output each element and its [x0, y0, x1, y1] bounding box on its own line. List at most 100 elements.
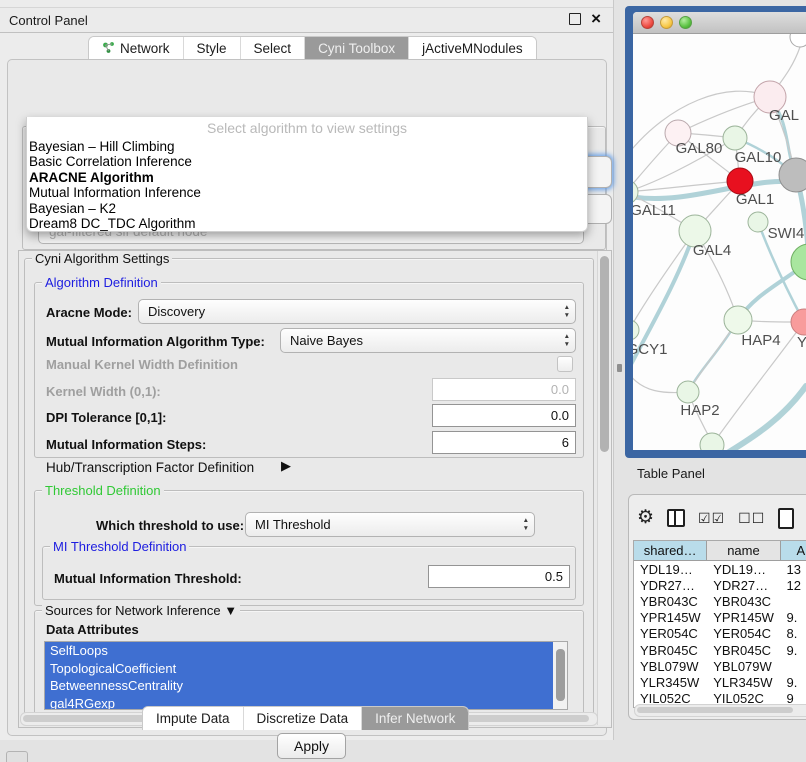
node-label-y: Y	[797, 334, 806, 351]
network-canvas[interactable]: GALGAL80GAL10GAL1GAL11GAL4SWI4GCY1HAP4YH…	[633, 34, 806, 450]
table-row[interactable]: YDL19…YDL19…13	[634, 561, 806, 577]
mi-steps-label: Mutual Information Steps:	[46, 437, 206, 452]
algorithm-dropdown-popup: Select algorithm to view settings Bayesi…	[26, 117, 588, 232]
tab-select[interactable]: Select	[241, 37, 306, 60]
splitter-handle[interactable]	[617, 364, 622, 372]
mi-steps-field[interactable]: 6	[432, 431, 576, 454]
node-gcy1[interactable]	[633, 320, 639, 340]
table-row[interactable]: YPR145WYPR145W9.	[634, 610, 806, 626]
close-traffic-light-icon[interactable]	[641, 16, 654, 29]
data-attribute-selfloops[interactable]: SelfLoops	[45, 642, 553, 660]
node-swi4[interactable]	[748, 212, 768, 232]
tab-style-label: Style	[197, 41, 227, 56]
column-header-name[interactable]: name	[707, 541, 780, 561]
settings-scrollbar-track[interactable]	[597, 251, 611, 725]
network-window-titlebar[interactable]	[633, 12, 806, 34]
table-cell: YBR045C	[634, 642, 707, 658]
tab-jactivemnodules[interactable]: jActiveMNodules	[409, 37, 536, 60]
list-scrollbar-track[interactable]	[553, 642, 567, 709]
table-hscrollbar-track[interactable]	[634, 704, 806, 717]
table-row[interactable]: YBR043CYBR043C	[634, 593, 806, 609]
table-cell: YBR043C	[634, 593, 707, 609]
table-hscrollbar-thumb[interactable]	[637, 707, 793, 713]
table-cell: YPR145W	[634, 610, 707, 626]
table-cell: YLR345W	[707, 674, 780, 690]
node-label-gal10: GAL10	[735, 149, 782, 166]
settings-scrollbar-thumb[interactable]	[600, 256, 609, 452]
control-panel-title: Control Panel	[9, 13, 88, 28]
zoom-traffic-light-icon[interactable]	[679, 16, 692, 29]
table-cell: YBL079W	[707, 658, 780, 674]
algorithm-option-dream8-dc-tdc-algorithm[interactable]: Dream8 DC_TDC Algorithm	[27, 216, 587, 231]
table-panel: ⚙ ☑☑ ☐☐ shared…nameA YDL19…YDL19…13YDR27…	[628, 494, 806, 720]
node-y[interactable]	[791, 309, 806, 335]
table-row[interactable]: YER054CYER054C8.	[634, 626, 806, 642]
file-icon[interactable]	[778, 508, 794, 529]
expanded-arrow-icon[interactable]: ▼	[224, 603, 237, 618]
mi-algorithm-type-combobox[interactable]: Naive Bayes ▲▼	[280, 328, 576, 353]
algorithm-option-basic-correlation-inference[interactable]: Basic Correlation Inference	[27, 154, 587, 169]
mi-threshold-group-title: MI Threshold Definition	[50, 539, 189, 554]
table-row[interactable]: YLR345WYLR345W9.	[634, 674, 806, 690]
algorithm-option-aracne-algorithm[interactable]: ARACNE Algorithm	[27, 170, 587, 185]
kernel-width-label: Kernel Width (0,1):	[46, 384, 161, 399]
minimize-traffic-light-icon[interactable]	[660, 16, 673, 29]
algorithm-option-bayesian-k2[interactable]: Bayesian – K2	[27, 201, 587, 216]
data-attribute-betweennesscentrality[interactable]: BetweennessCentrality	[45, 677, 553, 695]
gear-icon[interactable]: ⚙	[637, 508, 654, 528]
select-none-icon[interactable]: ☐☐	[738, 510, 765, 527]
node-gal11[interactable]	[633, 180, 638, 204]
cyni-algorithm-settings-title: Cyni Algorithm Settings	[32, 251, 172, 266]
aracne-mode-combobox[interactable]: Discovery ▲▼	[138, 299, 576, 324]
list-scrollbar-thumb[interactable]	[556, 649, 565, 701]
collapsed-corner-button[interactable]	[6, 751, 28, 762]
tab-cyni-toolbox-label: Cyni Toolbox	[318, 41, 395, 56]
table-cell: YER054C	[707, 626, 780, 642]
node-gal10[interactable]	[723, 126, 747, 150]
table-cell: 13	[781, 561, 806, 577]
network-nodes: GALGAL80GAL10GAL1GAL11GAL4SWI4GCY1HAP4YH…	[633, 34, 806, 450]
collapsed-arrow-icon[interactable]: ▶	[281, 458, 291, 474]
mi-algorithm-type-value: Naive Bayes	[290, 333, 363, 348]
cyni-bottom-tabbar: Impute Data Discretize Data Infer Network	[142, 706, 469, 730]
node-hap2[interactable]	[677, 381, 699, 403]
window-buttons: ×	[569, 12, 601, 26]
column-header-shared[interactable]: shared…	[634, 541, 707, 561]
network-icon	[102, 41, 115, 57]
node-hap4[interactable]	[724, 306, 752, 334]
select-all-checked-icon[interactable]: ☑☑	[698, 510, 725, 527]
algorithm-option-bayesian-hill-climbing[interactable]: Bayesian – Hill Climbing	[27, 139, 587, 154]
tab-infer-network[interactable]: Infer Network	[362, 707, 468, 730]
dpi-tolerance-field[interactable]: 0.0	[432, 404, 576, 427]
columns-icon[interactable]	[667, 509, 685, 527]
data-attribute-topologicalcoefficient[interactable]: TopologicalCoefficient	[45, 660, 553, 678]
aracne-mode-label: Aracne Mode:	[46, 305, 132, 320]
hub-definition-label[interactable]: Hub/Transcription Factor Definition	[46, 460, 254, 475]
network-window: GALGAL80GAL10GAL1GAL11GAL4SWI4GCY1HAP4YH…	[633, 12, 806, 450]
which-threshold-combobox[interactable]: MI Threshold ▲▼	[245, 512, 535, 537]
float-panel-icon[interactable]	[569, 13, 581, 25]
tab-style[interactable]: Style	[184, 37, 241, 60]
close-icon[interactable]: ×	[591, 12, 601, 26]
table-cell: 8.	[781, 626, 806, 642]
node[interactable]	[700, 433, 724, 450]
tab-discretize-data[interactable]: Discretize Data	[244, 707, 363, 730]
column-header-a[interactable]: A	[781, 541, 806, 561]
tab-impute-data-label: Impute Data	[156, 711, 230, 726]
tab-discretize-data-label: Discretize Data	[257, 711, 349, 726]
tab-impute-data[interactable]: Impute Data	[143, 707, 244, 730]
table-row[interactable]: YBR045CYBR045C9.	[634, 642, 806, 658]
sources-group-title: Sources for Network Inference ▼	[42, 603, 240, 618]
manual-kernel-width-checkbox[interactable]	[557, 356, 573, 372]
mi-threshold-field[interactable]: 0.5	[428, 565, 570, 588]
tab-network[interactable]: Network	[89, 37, 184, 60]
table-row[interactable]: YBL079WYBL079W	[634, 658, 806, 674]
apply-button[interactable]: Apply	[277, 733, 346, 759]
node-attribute-table: shared…nameA YDL19…YDL19…13YDR27…YDR27…1…	[633, 540, 806, 708]
table-row[interactable]: YDR27…YDR27…12	[634, 577, 806, 593]
tab-cyni-toolbox[interactable]: Cyni Toolbox	[305, 37, 409, 60]
data-attributes-list[interactable]: SelfLoopsTopologicalCoefficientBetweenne…	[44, 641, 568, 710]
table-cell: YBR043C	[707, 593, 780, 609]
node[interactable]	[790, 34, 806, 47]
algorithm-option-mutual-information-inference[interactable]: Mutual Information Inference	[27, 185, 587, 200]
